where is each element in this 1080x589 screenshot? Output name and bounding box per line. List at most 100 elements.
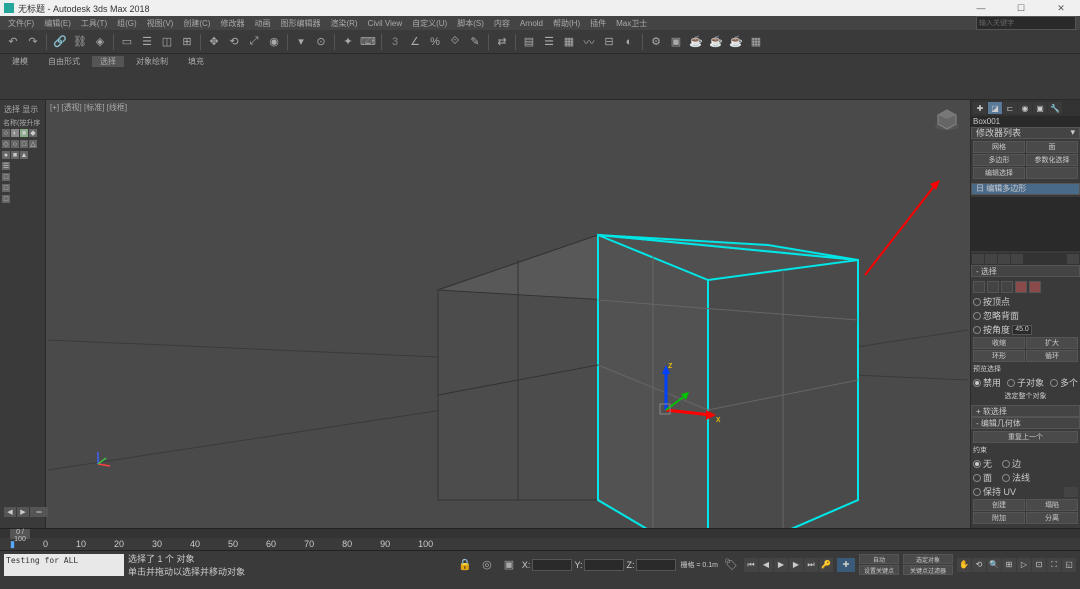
- filter-icon[interactable]: ◆: [29, 129, 37, 137]
- menu-group[interactable]: 组(G): [113, 18, 141, 29]
- selection-rollout[interactable]: - 选择: [971, 265, 1080, 277]
- timeline-slider[interactable]: 0 / 100: [0, 528, 1080, 538]
- maxscript-listener[interactable]: Testing for ALL: [4, 554, 124, 576]
- percent-snap-button[interactable]: %: [426, 33, 444, 51]
- goto-end-button[interactable]: ⏭: [804, 558, 818, 572]
- show-end-button[interactable]: [985, 254, 997, 264]
- preview-sub-radio[interactable]: [1007, 379, 1015, 387]
- link-button[interactable]: 🔗: [51, 33, 69, 51]
- polygon-subobj-button[interactable]: [1015, 281, 1027, 293]
- object-name-field[interactable]: Box001: [971, 116, 1080, 127]
- menu-edit[interactable]: 编辑(E): [40, 18, 75, 29]
- time-marker[interactable]: 0 / 100: [10, 529, 30, 539]
- tab-object-paint[interactable]: 对象绘制: [128, 56, 176, 67]
- modifier-stack[interactable]: [971, 197, 1080, 251]
- menu-plugin[interactable]: 插件: [586, 18, 610, 29]
- mod-poly-button[interactable]: 多边形: [973, 154, 1025, 166]
- element-subobj-button[interactable]: [1029, 281, 1041, 293]
- selected-button[interactable]: 选定对象: [903, 554, 953, 564]
- ring-button[interactable]: 环形: [973, 350, 1025, 362]
- menu-customize[interactable]: 自定义(U): [408, 18, 451, 29]
- grow-button[interactable]: 扩大: [1026, 337, 1078, 349]
- remove-mod-button[interactable]: [1011, 254, 1023, 264]
- transform-gizmo[interactable]: x z: [646, 360, 726, 440]
- tab-modeling[interactable]: 建模: [4, 56, 36, 67]
- constraint-normal-radio[interactable]: [1002, 474, 1010, 482]
- loop-button[interactable]: 循环: [1026, 350, 1078, 362]
- detach-button[interactable]: 分离: [1026, 512, 1078, 524]
- filter-icon[interactable]: □: [2, 184, 10, 192]
- setkey-button[interactable]: 设置关键点: [859, 565, 899, 575]
- filter-icon[interactable]: ■: [20, 129, 28, 137]
- min-viewport-button[interactable]: ◱: [1062, 558, 1076, 572]
- menu-tools[interactable]: 工具(T): [77, 18, 111, 29]
- name-column-header[interactable]: 名称(按升序: [2, 117, 43, 129]
- unique-button[interactable]: [998, 254, 1010, 264]
- fov-button[interactable]: ▷: [1017, 558, 1031, 572]
- preview-multi-radio[interactable]: [1050, 379, 1058, 387]
- mod-empty-button[interactable]: [1026, 167, 1078, 179]
- preserve-uv-check[interactable]: [973, 488, 981, 496]
- menu-graph[interactable]: 图形编辑器: [276, 18, 324, 29]
- time-ruler[interactable]: ▮ 0 10 20 30 40 50 60 70 80 90 100: [0, 538, 1080, 550]
- menu-file[interactable]: 文件(F): [4, 18, 38, 29]
- create-button[interactable]: 创建: [973, 499, 1025, 511]
- y-coord-input[interactable]: [584, 559, 624, 571]
- mod-face-button[interactable]: 面: [1026, 141, 1078, 153]
- viewcube-icon[interactable]: [932, 104, 962, 134]
- edit-named-button[interactable]: ✎: [466, 33, 484, 51]
- pan-view-button[interactable]: ✋: [957, 558, 971, 572]
- scroll-handle[interactable]: ═: [30, 507, 48, 517]
- mod-mesh-button[interactable]: 网格: [973, 141, 1025, 153]
- menu-views[interactable]: 视图(V): [143, 18, 178, 29]
- window-crossing-button[interactable]: ⊞: [178, 33, 196, 51]
- by-vertex-check[interactable]: [973, 298, 981, 306]
- layer-button[interactable]: ☰: [540, 33, 558, 51]
- menu-create[interactable]: 创建(C): [179, 18, 214, 29]
- snap-button[interactable]: 3: [386, 33, 404, 51]
- modify-tab[interactable]: ◪: [988, 102, 1002, 114]
- scene-explorer-tabs[interactable]: 选择 显示: [2, 102, 43, 117]
- viewport[interactable]: [+] [透视] [标准] [线框]: [46, 100, 970, 528]
- pivot-button[interactable]: ⊙: [312, 33, 330, 51]
- render-prod-button[interactable]: ☕: [707, 33, 725, 51]
- material-editor-button[interactable]: ◐: [620, 33, 638, 51]
- render-iter-button[interactable]: ☕: [727, 33, 745, 51]
- filter-icon[interactable]: □: [2, 195, 10, 203]
- render-frame-button[interactable]: ▣: [667, 33, 685, 51]
- border-subobj-button[interactable]: [1001, 281, 1013, 293]
- shrink-button[interactable]: 收缩: [973, 337, 1025, 349]
- zoom-extents-button[interactable]: ⊡: [1032, 558, 1046, 572]
- display-tab[interactable]: ▣: [1033, 102, 1047, 114]
- zoom-view-button[interactable]: 🔍: [987, 558, 1001, 572]
- edge-subobj-button[interactable]: [987, 281, 999, 293]
- schematic-button[interactable]: ⊟: [600, 33, 618, 51]
- next-frame-button[interactable]: ▶: [789, 558, 803, 572]
- tab-freeform[interactable]: 自由形式: [40, 56, 88, 67]
- align-button[interactable]: ▤: [520, 33, 538, 51]
- ref-coord-button[interactable]: ▾: [292, 33, 310, 51]
- vertex-subobj-button[interactable]: [973, 281, 985, 293]
- filter-icon[interactable]: △: [29, 140, 37, 148]
- set-key-button[interactable]: ✚: [837, 558, 855, 572]
- filter-icon[interactable]: ◇: [2, 140, 10, 148]
- curve-editor-button[interactable]: 〰: [580, 33, 598, 51]
- filter-icon[interactable]: ○: [2, 129, 10, 137]
- create-tab[interactable]: ✚: [973, 102, 987, 114]
- soft-selection-rollout[interactable]: + 软选择: [971, 405, 1080, 417]
- manipulate-button[interactable]: ✦: [339, 33, 357, 51]
- constraint-none-radio[interactable]: [973, 460, 981, 468]
- filter-icon[interactable]: ☰: [2, 162, 10, 170]
- configure-button[interactable]: [1067, 254, 1079, 264]
- motion-tab[interactable]: ◉: [1018, 102, 1032, 114]
- menu-arnold[interactable]: Arnold: [516, 19, 547, 28]
- bind-button[interactable]: ◈: [91, 33, 109, 51]
- filter-icon[interactable]: ◐: [11, 129, 19, 137]
- play-button[interactable]: ▶: [774, 558, 788, 572]
- modifier-list-dropdown[interactable]: 修改器列表▾: [971, 127, 1080, 139]
- select-button[interactable]: ▭: [118, 33, 136, 51]
- constraint-edge-radio[interactable]: [1002, 460, 1010, 468]
- menu-render[interactable]: 渲染(R): [326, 18, 361, 29]
- orbit-view-button[interactable]: ⟲: [972, 558, 986, 572]
- unlink-button[interactable]: ⛓: [71, 33, 89, 51]
